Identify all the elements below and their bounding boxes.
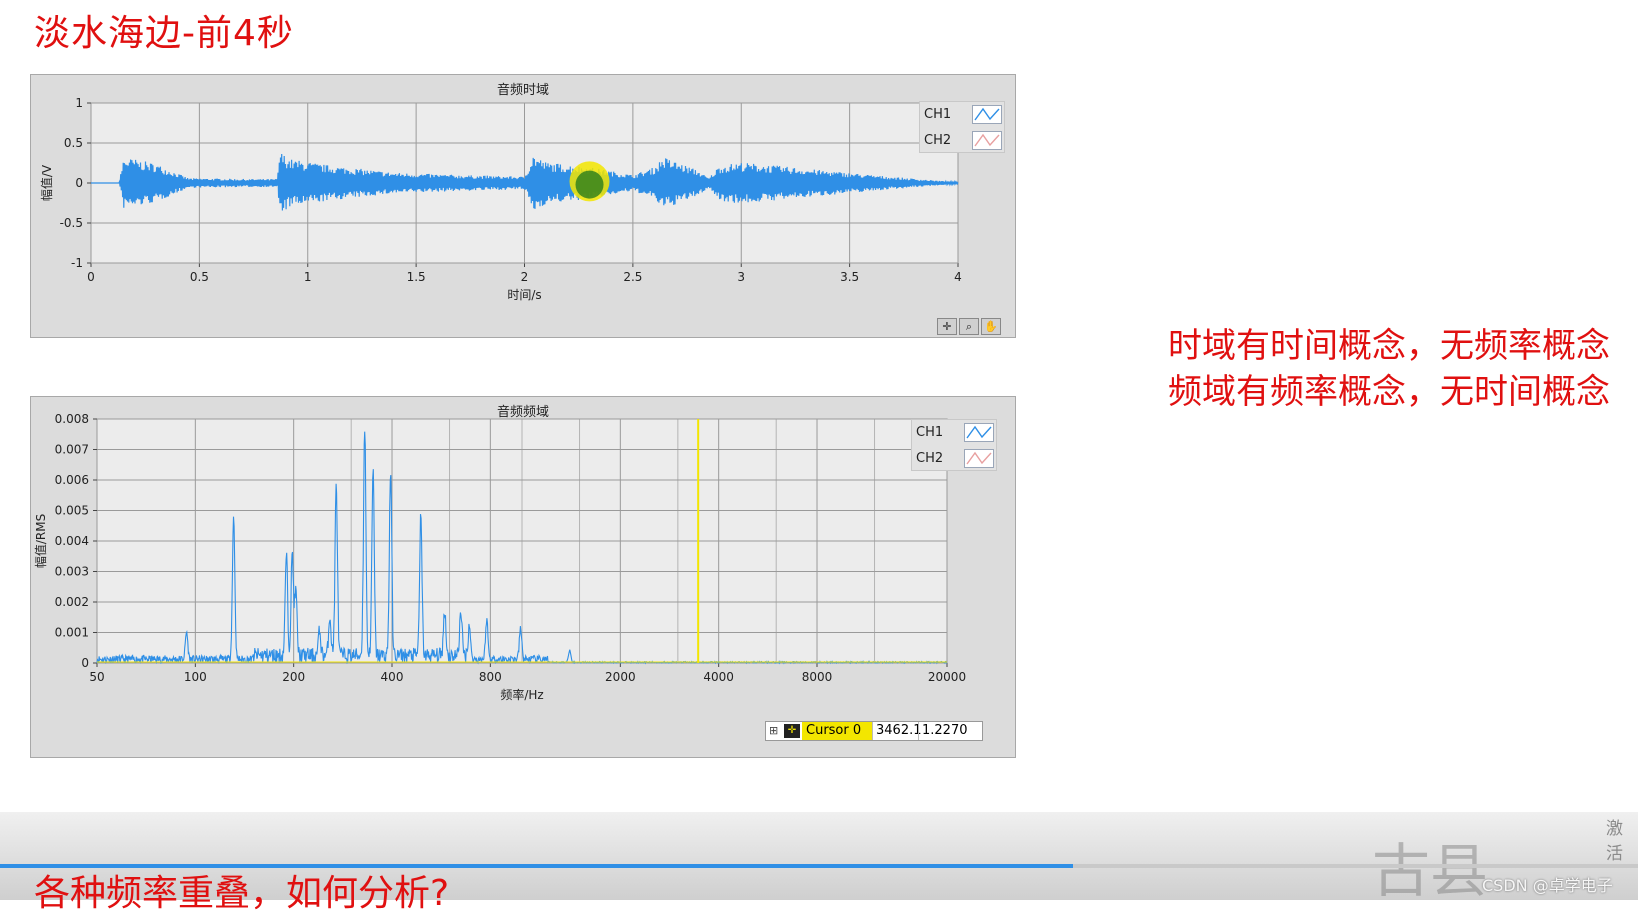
x-tick-label: 50 bbox=[89, 670, 104, 684]
cursor-crosshair-icon[interactable]: ✛ bbox=[784, 724, 800, 738]
x-axis-label: 时间/s bbox=[507, 288, 541, 302]
cursor-y-value[interactable]: 1.2270 bbox=[918, 722, 970, 740]
x-tick-label: 200 bbox=[282, 670, 305, 684]
frequency-domain-chart: 50 100 200 400 800 2000 4000 8000 200000.0080.00… bbox=[33, 412, 966, 702]
freq-chart-title: 音频频域 bbox=[496, 405, 549, 420]
y-tick-label: 0.001 bbox=[55, 626, 89, 640]
x-tick-label: 1.5 bbox=[407, 270, 426, 284]
mouse-highlight-inner bbox=[575, 170, 604, 199]
x-tick-label: 8000 bbox=[802, 670, 833, 684]
zoom-icon[interactable]: ⌕ bbox=[959, 318, 979, 335]
slide-title: 淡水海边-前4秒 bbox=[34, 13, 294, 54]
legend-ch2[interactable]: CH2 bbox=[912, 446, 998, 472]
y-tick-label: 0.002 bbox=[55, 595, 89, 609]
bottom-heading: 各种频率重叠，如何分析? bbox=[34, 873, 450, 914]
y-tick-label: 0 bbox=[81, 656, 89, 670]
y-tick-label: 0.004 bbox=[55, 534, 89, 548]
frequency-domain-chart-panel: 50 100 200 400 800 2000 4000 8000 20000 0.008 0.00… bbox=[30, 396, 1016, 758]
legend-ch1-label: CH1 bbox=[924, 107, 952, 122]
x-tick-label: 800 bbox=[479, 670, 502, 684]
cursor-tool-icon[interactable]: ✛ bbox=[937, 318, 957, 335]
ch2-line-icon bbox=[972, 131, 1002, 150]
y-tick-label: 0.006 bbox=[55, 473, 89, 487]
x-tick-label: 100 bbox=[184, 670, 207, 684]
x-tick-label: 4 bbox=[954, 270, 962, 284]
x-tick-label: 0 bbox=[87, 270, 95, 284]
cursor-name[interactable]: Cursor 0 bbox=[802, 722, 872, 740]
x-tick-label: 400 bbox=[381, 670, 404, 684]
y-axis-label: 幅值/V bbox=[39, 164, 54, 201]
x-tick-label: 1 bbox=[304, 270, 312, 284]
y-tick-label: 0.5 bbox=[64, 136, 83, 150]
x-axis-label: 频率/Hz bbox=[500, 687, 543, 702]
x-tick-label: 4000 bbox=[703, 670, 734, 684]
pan-hand-icon[interactable]: ✋ bbox=[981, 318, 1001, 335]
x-tick-label: 3 bbox=[737, 270, 745, 284]
x-tick-label: 20000 bbox=[928, 670, 966, 684]
legend-ch2-label: CH2 bbox=[924, 133, 952, 148]
legend-ch1[interactable]: CH1 bbox=[920, 102, 1006, 128]
y-tick-label: 0.005 bbox=[55, 504, 89, 518]
watermark: CSDN @卓学电子 bbox=[1482, 876, 1613, 895]
graph-palette: ✛ ⌕ ✋ bbox=[935, 315, 1001, 335]
cursor-x-value[interactable]: 3462.1 bbox=[872, 722, 922, 740]
ch1-line-icon bbox=[972, 105, 1002, 124]
x-tick-label: 2 bbox=[521, 270, 529, 284]
x-tick-label: 3.5 bbox=[840, 270, 859, 284]
time-chart-legend[interactable]: CH1 CH2 bbox=[919, 101, 1005, 153]
ch2-line-icon bbox=[964, 449, 994, 468]
expand-icon[interactable]: ⊞ bbox=[769, 722, 781, 740]
time-domain-chart-panel: 0 0.5 1 1.5 2 2.5 3 3.5 4 1 0.5 0 -0.5 -1 时间/s 幅值/V 音频时… bbox=[30, 74, 1016, 338]
cursor-legend[interactable]: ⊞ ✛ Cursor 0 3462.1 1.2270 bbox=[765, 721, 983, 741]
note-frequency-domain: 频域有频率概念，无时间概念 bbox=[1168, 372, 1610, 412]
ch1-line-icon bbox=[964, 423, 994, 442]
x-tick-label: 2000 bbox=[605, 670, 636, 684]
legend-ch1[interactable]: CH1 bbox=[912, 420, 998, 446]
y-tick-label: 0.007 bbox=[55, 443, 89, 457]
x-tick-label: 2.5 bbox=[623, 270, 642, 284]
activate-notice: 激活 bbox=[1606, 819, 1623, 864]
time-chart-title: 音频时域 bbox=[496, 83, 549, 98]
y-tick-label: -1 bbox=[71, 256, 83, 270]
y-tick-label: -0.5 bbox=[60, 216, 83, 230]
legend-ch2-label: CH2 bbox=[916, 451, 944, 466]
y-axis-label: 幅值/RMS bbox=[33, 514, 48, 568]
legend-ch2[interactable]: CH2 bbox=[920, 128, 1006, 154]
y-tick-label: 1 bbox=[75, 96, 83, 110]
y-tick-label: 0 bbox=[75, 176, 83, 190]
freq-chart-legend[interactable]: CH1 CH2 bbox=[911, 419, 997, 471]
time-domain-chart: 0 0.5 1 1.5 2 2.5 3 3.5 4 1 0.5 0 -0.5 -1 时间/s 幅值/V bbox=[39, 96, 962, 302]
x-tick-label: 0.5 bbox=[190, 270, 209, 284]
legend-ch1-label: CH1 bbox=[916, 425, 944, 440]
y-tick-label: 0.003 bbox=[55, 565, 89, 579]
note-time-domain: 时域有时间概念，无频率概念 bbox=[1168, 326, 1610, 366]
